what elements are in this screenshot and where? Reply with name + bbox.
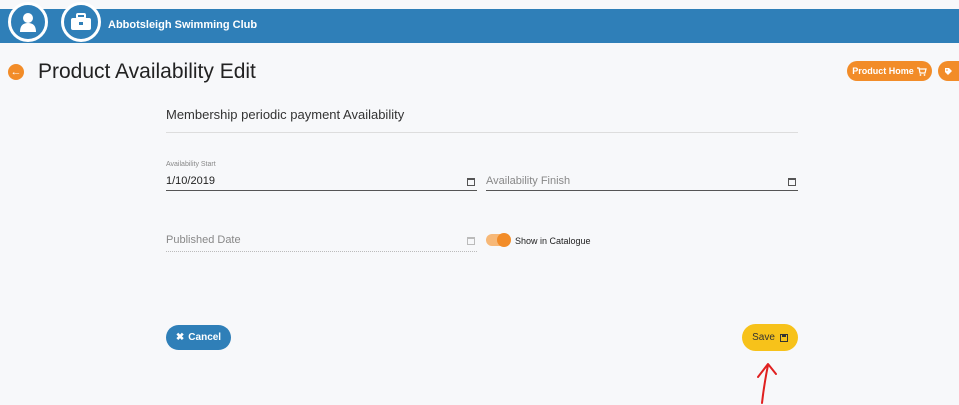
back-button[interactable]: ← [8,64,24,80]
club-name: Abbotsleigh Swimming Club [108,19,258,31]
section-title: Membership periodic payment Availability [166,107,405,122]
briefcase-icon [71,13,91,30]
availability-finish-field[interactable]: Availability Finish [486,161,798,192]
published-date-field[interactable]: Published Date [166,228,477,253]
show-in-catalogue-toggle[interactable] [486,233,511,247]
toggle-knob [497,233,511,247]
floppy-disk-icon [779,333,788,342]
top-bar: Abbotsleigh Swimming Club [0,9,959,43]
arrow-left-icon: ← [10,66,22,78]
availability-start-value: 1/10/2019 [166,175,215,187]
close-icon: ✖ [175,332,185,343]
tag-icon [945,67,952,75]
calendar-icon[interactable] [467,178,475,186]
user-profile-button[interactable] [8,2,48,42]
field-underline [166,190,477,191]
availability-finish-placeholder: Availability Finish [486,175,571,187]
user-icon [20,13,36,32]
briefcase-button[interactable] [61,2,101,42]
availability-start-field[interactable]: Availability Start 1/10/2019 [166,161,477,192]
cancel-button[interactable]: ✖ Cancel [166,325,231,350]
product-home-label: Product Home [852,66,914,76]
save-label: Save [752,332,775,343]
cart-icon [916,66,927,76]
tag-button[interactable] [938,61,959,81]
section-divider [166,132,798,133]
published-date-placeholder: Published Date [166,234,241,246]
calendar-icon[interactable] [467,237,475,245]
field-underline [486,190,798,191]
show-in-catalogue-label: Show in Catalogue [515,236,591,246]
page-title: Product Availability Edit [38,60,256,83]
annotation-arrow-icon [757,363,777,404]
field-underline [166,251,477,253]
product-home-button[interactable]: Product Home [847,61,932,81]
availability-start-label: Availability Start [166,161,216,168]
calendar-icon[interactable] [788,178,796,186]
cancel-label: Cancel [188,332,222,343]
save-button[interactable]: Save [742,324,798,351]
page-header: ← Product Availability Edit [8,60,256,84]
